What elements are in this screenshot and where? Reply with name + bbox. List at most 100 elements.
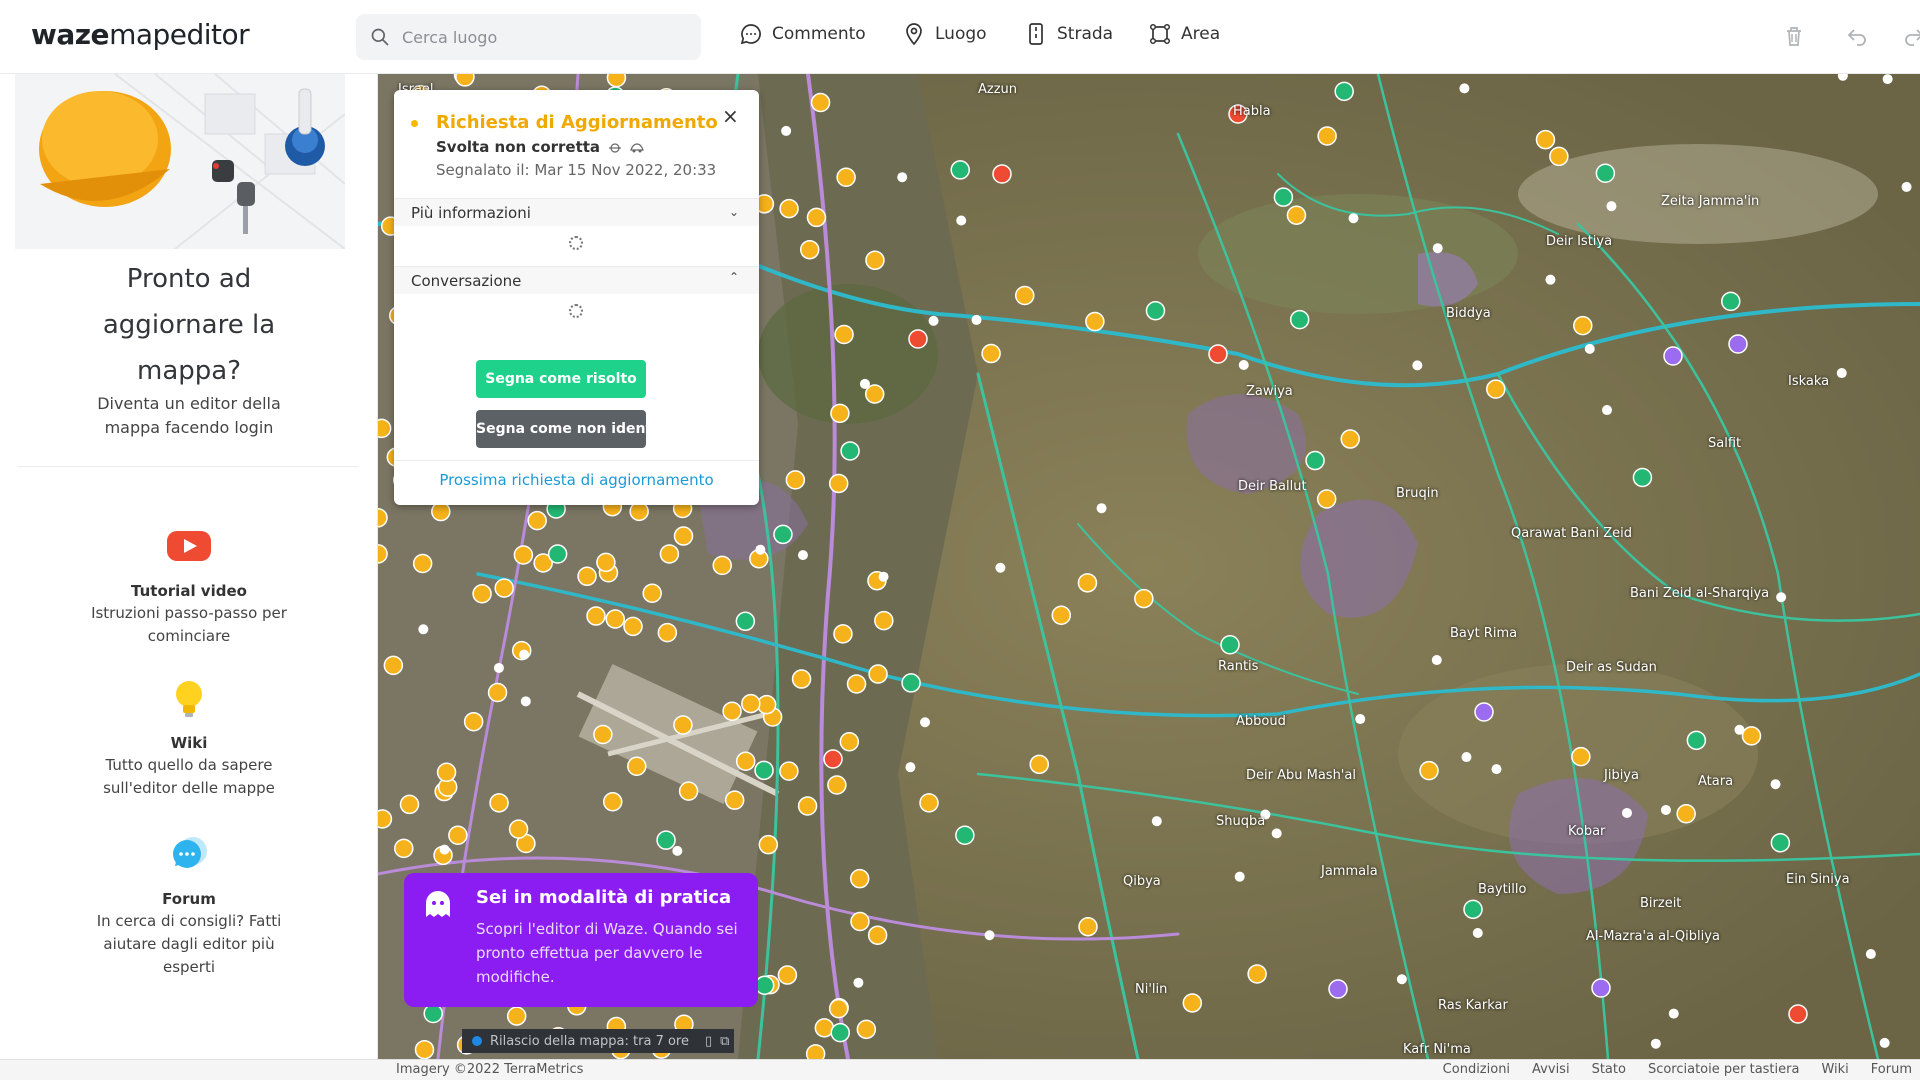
update-request-pin[interactable] [1247, 964, 1267, 984]
update-request-pin[interactable] [455, 74, 475, 87]
update-request-pin[interactable] [1573, 315, 1593, 336]
map-node[interactable] [1865, 949, 1876, 960]
update-request-pin[interactable] [1134, 588, 1154, 609]
map-node[interactable] [971, 314, 982, 325]
footer-link-status[interactable]: Stato [1592, 1062, 1626, 1077]
place-update-pin[interactable] [1663, 346, 1683, 366]
map-node[interactable] [672, 845, 683, 856]
map-node[interactable] [1734, 724, 1745, 735]
update-request-pin[interactable] [1741, 726, 1762, 746]
update-request-pin[interactable] [673, 715, 693, 735]
map-node[interactable] [1271, 828, 1282, 839]
update-request-pin[interactable] [1317, 126, 1337, 146]
phone-icon[interactable]: ▯ [705, 1034, 712, 1049]
update-request-pin[interactable] [1182, 993, 1203, 1013]
update-request-pin[interactable] [1077, 573, 1098, 593]
urgent-request-pin[interactable] [992, 164, 1012, 184]
map-node[interactable] [1396, 974, 1407, 985]
update-request-pin[interactable] [828, 998, 849, 1019]
place-update-pin[interactable] [1328, 979, 1348, 999]
update-request-pin[interactable] [1340, 429, 1360, 449]
urgent-request-pin[interactable] [823, 749, 843, 769]
solved-request-pin[interactable] [1686, 730, 1707, 751]
urgent-request-pin[interactable] [908, 329, 928, 349]
redo-icon[interactable] [1902, 24, 1920, 48]
footer-link-wiki[interactable]: Wiki [1821, 1062, 1848, 1077]
update-request-pin[interactable] [593, 724, 613, 745]
solved-request-pin[interactable] [1770, 833, 1791, 853]
map-node[interactable] [1348, 213, 1359, 224]
map-node[interactable] [1432, 243, 1443, 254]
update-request-pin[interactable] [777, 965, 798, 985]
solved-request-pin[interactable] [1463, 899, 1483, 920]
update-request-pin[interactable] [779, 761, 799, 781]
update-request-pin[interactable] [865, 250, 885, 271]
update-request-pin[interactable] [919, 793, 939, 813]
update-request-pin[interactable] [394, 838, 414, 859]
update-request-pin[interactable] [378, 809, 393, 829]
waze-map-editor-logo[interactable]: wazemapeditor [31, 18, 250, 51]
map-node[interactable] [1472, 927, 1483, 938]
solved-request-pin[interactable] [423, 1003, 443, 1024]
update-request-pin[interactable] [1419, 760, 1439, 781]
map-node[interactable] [1545, 274, 1556, 285]
solved-request-pin[interactable] [547, 544, 568, 564]
map-node[interactable] [1606, 201, 1617, 212]
place-tool-button[interactable]: Luogo [902, 22, 987, 46]
map-node[interactable] [1238, 359, 1249, 370]
trash-icon[interactable] [1782, 24, 1806, 48]
map-node[interactable] [493, 662, 504, 673]
update-request-pin[interactable] [657, 622, 678, 643]
update-request-pin[interactable] [779, 198, 799, 219]
update-request-pin[interactable] [627, 756, 647, 776]
update-request-pin[interactable] [378, 418, 392, 439]
update-request-pin[interactable] [527, 510, 547, 531]
map-node[interactable] [1879, 1037, 1890, 1048]
update-request-pin[interactable] [1029, 754, 1049, 775]
map-node[interactable] [520, 696, 531, 707]
update-request-pin[interactable] [785, 470, 806, 490]
solved-request-pin[interactable] [1273, 187, 1294, 207]
solved-request-pin[interactable] [1334, 81, 1354, 102]
solved-request-pin[interactable] [1220, 635, 1240, 655]
map-node[interactable] [853, 977, 864, 988]
map-node[interactable] [418, 624, 429, 635]
more-info-section-toggle[interactable]: Più informazioni ⌄ [394, 198, 759, 226]
map-node[interactable] [897, 172, 908, 183]
solved-request-pin[interactable] [840, 441, 860, 461]
solved-request-pin[interactable] [754, 760, 774, 781]
update-request-pin[interactable] [735, 751, 756, 771]
footer-link-conditions[interactable]: Condizioni [1443, 1062, 1510, 1077]
solved-request-pin[interactable] [1632, 467, 1653, 488]
urgent-request-pin[interactable] [1788, 1004, 1808, 1024]
solved-request-pin[interactable] [773, 524, 793, 545]
update-request-pin[interactable] [399, 794, 420, 815]
update-request-pin[interactable] [833, 624, 853, 644]
map-node[interactable] [519, 649, 530, 660]
update-request-pin[interactable] [724, 790, 745, 810]
update-request-pin[interactable] [846, 674, 867, 694]
update-request-pin[interactable] [722, 701, 742, 721]
map-node[interactable] [1602, 405, 1613, 416]
update-request-pin[interactable] [1014, 285, 1035, 306]
map-node[interactable] [928, 315, 939, 326]
update-request-pin[interactable] [1085, 311, 1105, 332]
road-tool-button[interactable]: Strada [1024, 22, 1113, 46]
map-node[interactable] [1650, 1038, 1661, 1049]
sidebar-item-wiki[interactable]: Wiki Tutto quello da sapere sull'editor … [0, 678, 378, 800]
map-node[interactable] [781, 125, 792, 136]
urgent-request-pin[interactable] [1228, 104, 1248, 124]
map-node[interactable] [878, 571, 889, 582]
update-request-pin[interactable] [487, 682, 508, 703]
map-node[interactable] [1491, 764, 1502, 775]
map-node[interactable] [1660, 804, 1671, 815]
map-node[interactable] [859, 378, 870, 389]
update-request-pin[interactable] [412, 553, 433, 574]
map-node[interactable] [1668, 1008, 1679, 1019]
update-request-pin[interactable] [1316, 489, 1337, 509]
update-request-pin[interactable] [830, 403, 850, 424]
external-link-icon[interactable]: ⧉ [720, 1034, 729, 1049]
solved-request-pin[interactable] [1289, 309, 1310, 330]
update-request-pin[interactable] [805, 1044, 826, 1059]
map-node[interactable] [1151, 816, 1162, 827]
